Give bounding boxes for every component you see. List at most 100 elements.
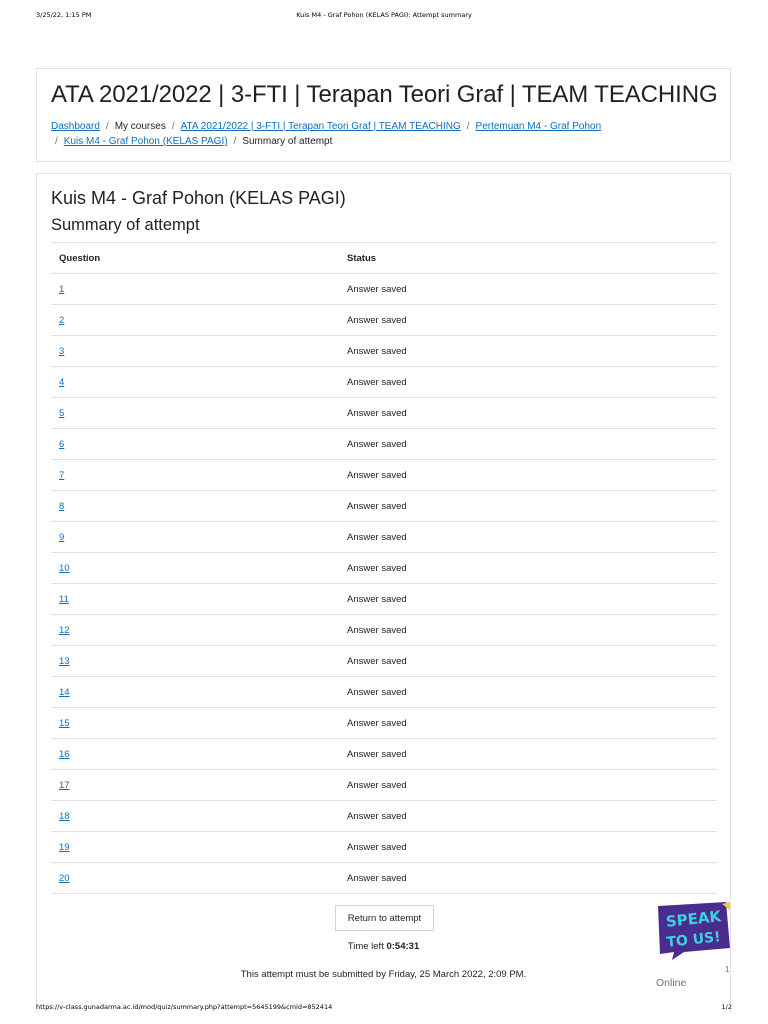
question-link[interactable]: 4 — [59, 377, 64, 388]
summary-title: Summary of attempt — [51, 216, 200, 234]
status-cell: Answer saved — [339, 738, 717, 770]
breadcrumb-current: Summary of attempt — [242, 136, 333, 147]
status-cell: Answer saved — [339, 459, 717, 491]
question-cell: 7 — [51, 459, 339, 491]
question-link[interactable]: 3 — [59, 346, 64, 357]
breadcrumb-course[interactable]: ATA 2021/2022 | 3-FTI | Terapan Teori Gr… — [181, 121, 461, 132]
table-row: 7 Answer saved — [51, 459, 717, 491]
status-cell: Answer saved — [339, 800, 717, 832]
question-cell: 9 — [51, 521, 339, 553]
table-row: 2 Answer saved — [51, 304, 717, 336]
breadcrumb-section[interactable]: Pertemuan M4 - Graf Pohon — [476, 121, 602, 132]
print-header: 3/25/22, 1:15 PM Kuis M4 - Graf Pohon (K… — [36, 11, 732, 23]
question-link[interactable]: 20 — [59, 873, 70, 884]
breadcrumb-separator: / — [233, 136, 237, 147]
status-cell: Answer saved — [339, 366, 717, 398]
status-cell: Answer saved — [339, 645, 717, 677]
status-cell: Answer saved — [339, 428, 717, 460]
status-cell: Answer saved — [339, 583, 717, 615]
table-row: 18 Answer saved — [51, 800, 717, 832]
table-row: 11 Answer saved — [51, 583, 717, 615]
question-link[interactable]: 5 — [59, 408, 64, 419]
question-link[interactable]: 6 — [59, 439, 64, 450]
summary-table: Question Status 1 Answer saved 2 Answer sav… — [51, 242, 717, 894]
quiz-title: Kuis M4 - Graf Pohon (KELAS PAGI) — [51, 188, 346, 208]
question-cell: 2 — [51, 304, 339, 336]
question-cell: 16 — [51, 738, 339, 770]
breadcrumb-my-courses: My courses — [114, 121, 166, 132]
column-header-question: Question — [51, 242, 339, 274]
question-cell: 20 — [51, 862, 339, 894]
question-link[interactable]: 2 — [59, 315, 64, 326]
course-header-card: ATA 2021/2022 | 3-FTI | Terapan Teori Gr… — [36, 68, 731, 162]
status-cell: Answer saved — [339, 707, 717, 739]
question-link[interactable]: 16 — [59, 749, 70, 760]
table-row: 14 Answer saved — [51, 676, 717, 708]
table-row: 8 Answer saved — [51, 490, 717, 522]
status-cell: Answer saved — [339, 335, 717, 367]
question-cell: 5 — [51, 397, 339, 429]
status-cell: Answer saved — [339, 552, 717, 584]
print-doc-title: Kuis M4 - Graf Pohon (KELAS PAGI): Attem… — [296, 11, 472, 19]
question-link[interactable]: 10 — [59, 563, 70, 574]
table-row: 6 Answer saved — [51, 428, 717, 460]
table-header-row: Question Status — [51, 242, 717, 274]
status-cell: Answer saved — [339, 397, 717, 429]
status-cell: Answer saved — [339, 862, 717, 894]
status-cell: Answer saved — [339, 521, 717, 553]
column-header-status: Status — [339, 242, 717, 274]
question-cell: 15 — [51, 707, 339, 739]
question-cell: 13 — [51, 645, 339, 677]
question-cell: 12 — [51, 614, 339, 646]
question-cell: 1 — [51, 273, 339, 305]
speak-to-us-chat-widget[interactable]: SPEAK TO US! — [654, 900, 732, 960]
print-footer: https://v-class.gunadarma.ac.id/mod/quiz… — [36, 1003, 732, 1015]
status-cell: Answer saved — [339, 614, 717, 646]
online-status: Online — [656, 977, 687, 989]
speech-bubble-icon: SPEAK TO US! — [658, 902, 730, 960]
breadcrumb: Dashboard / My courses / ATA 2021/2022 | 3-F… — [51, 119, 711, 149]
question-cell: 18 — [51, 800, 339, 832]
question-link[interactable]: 9 — [59, 532, 64, 543]
question-link[interactable]: 14 — [59, 687, 70, 698]
breadcrumb-dashboard[interactable]: Dashboard — [51, 121, 100, 132]
question-cell: 10 — [51, 552, 339, 584]
question-link[interactable]: 15 — [59, 718, 70, 729]
print-page-number: 1/2 — [721, 1003, 732, 1011]
question-link[interactable]: 17 — [59, 780, 70, 791]
table-row: 16 Answer saved — [51, 738, 717, 770]
question-link[interactable]: 13 — [59, 656, 70, 667]
status-cell: Answer saved — [339, 273, 717, 305]
breadcrumb-separator: / — [171, 121, 175, 132]
breadcrumb-quiz[interactable]: Kuis M4 - Graf Pohon (KELAS PAGI) — [64, 136, 228, 147]
question-link[interactable]: 19 — [59, 842, 70, 853]
question-cell: 3 — [51, 335, 339, 367]
quiz-summary-card: Kuis M4 - Graf Pohon (KELAS PAGI) Summar… — [36, 173, 731, 1013]
table-row: 5 Answer saved — [51, 397, 717, 429]
question-link[interactable]: 12 — [59, 625, 70, 636]
question-link[interactable]: 11 — [59, 594, 69, 605]
status-cell: Answer saved — [339, 676, 717, 708]
time-left: Time left 0:54:31 — [37, 941, 730, 952]
time-left-label: Time left — [347, 941, 384, 952]
submit-deadline-note: This attempt must be submitted by Friday… — [240, 969, 527, 980]
table-row: 13 Answer saved — [51, 645, 717, 677]
question-link[interactable]: 7 — [59, 470, 64, 481]
course-title: ATA 2021/2022 | 3-FTI | Terapan Teori Gr… — [51, 81, 718, 108]
table-row: 17 Answer saved — [51, 769, 717, 801]
question-cell: 8 — [51, 490, 339, 522]
question-cell: 17 — [51, 769, 339, 801]
table-row: 4 Answer saved — [51, 366, 717, 398]
print-url: https://v-class.gunadarma.ac.id/mod/quiz… — [36, 1003, 333, 1011]
table-row: 12 Answer saved — [51, 614, 717, 646]
table-row: 20 Answer saved — [51, 862, 717, 894]
table-row: 15 Answer saved — [51, 707, 717, 739]
breadcrumb-separator: / — [466, 121, 470, 132]
status-cell: Answer saved — [339, 304, 717, 336]
question-cell: 11 — [51, 583, 339, 615]
return-to-attempt-button[interactable]: Return to attempt — [335, 905, 434, 931]
question-link[interactable]: 1 — [59, 284, 64, 295]
question-link[interactable]: 8 — [59, 501, 64, 512]
question-link[interactable]: 18 — [59, 811, 70, 822]
unread-counter: 1 — [725, 965, 730, 974]
